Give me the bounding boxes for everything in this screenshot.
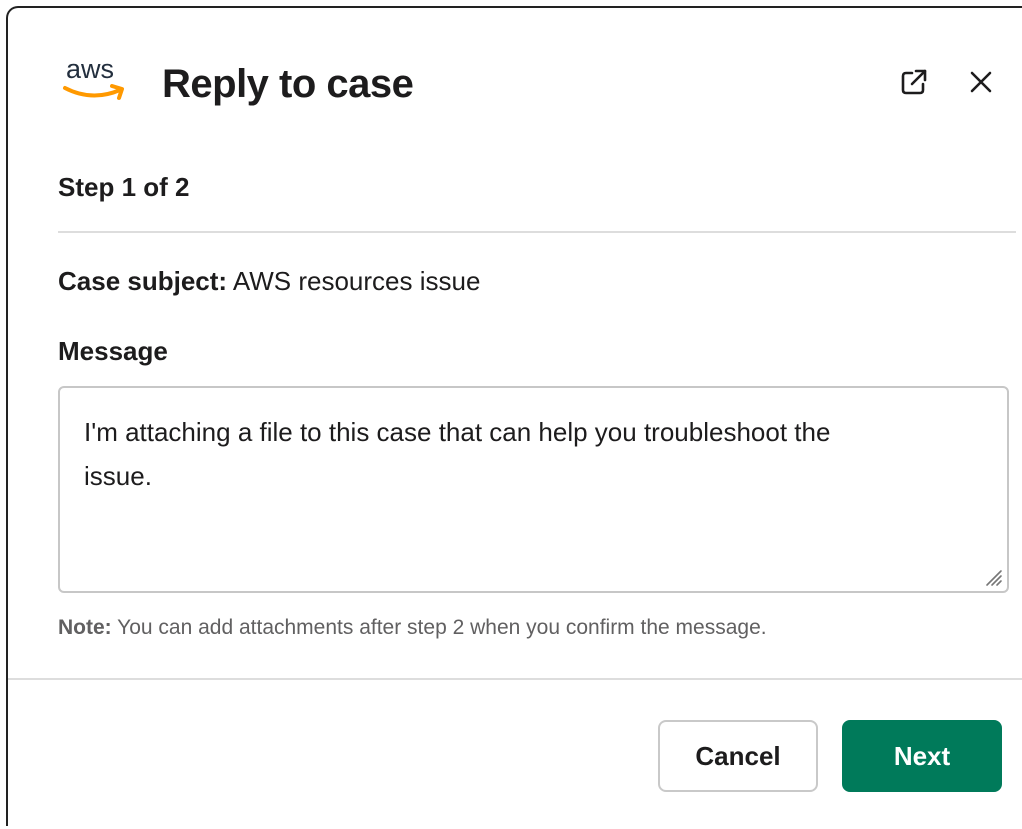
case-subject: Case subject: AWS resources issue bbox=[58, 264, 480, 298]
case-subject-label: Case subject: bbox=[58, 266, 228, 296]
next-button[interactable]: Next bbox=[842, 720, 1002, 792]
aws-logo: aws bbox=[62, 54, 134, 106]
reply-to-case-dialog: aws Reply to case Step 1 of 2 Case subje… bbox=[6, 6, 1022, 826]
resize-handle-icon[interactable] bbox=[981, 565, 1003, 587]
message-text[interactable]: I'm attaching a file to this case that c… bbox=[84, 410, 894, 498]
close-icon[interactable] bbox=[963, 64, 999, 100]
message-textarea[interactable]: I'm attaching a file to this case that c… bbox=[58, 386, 1009, 593]
external-link-icon[interactable] bbox=[896, 64, 932, 100]
note-text: You can add attachments after step 2 whe… bbox=[117, 616, 767, 639]
dialog-title: Reply to case bbox=[162, 62, 414, 106]
footer-divider bbox=[8, 678, 1022, 680]
dialog-header: aws Reply to case bbox=[8, 8, 1022, 158]
attachment-note: Note: You can add attachments after step… bbox=[58, 613, 767, 643]
step-indicator: Step 1 of 2 bbox=[58, 172, 190, 202]
cancel-button[interactable]: Cancel bbox=[658, 720, 818, 792]
aws-logo-text: aws bbox=[66, 54, 115, 84]
message-label: Message bbox=[58, 336, 168, 366]
case-subject-value: AWS resources issue bbox=[232, 266, 481, 296]
divider bbox=[58, 231, 1016, 233]
aws-smile-icon bbox=[63, 84, 124, 100]
note-label: Note: bbox=[58, 616, 112, 639]
